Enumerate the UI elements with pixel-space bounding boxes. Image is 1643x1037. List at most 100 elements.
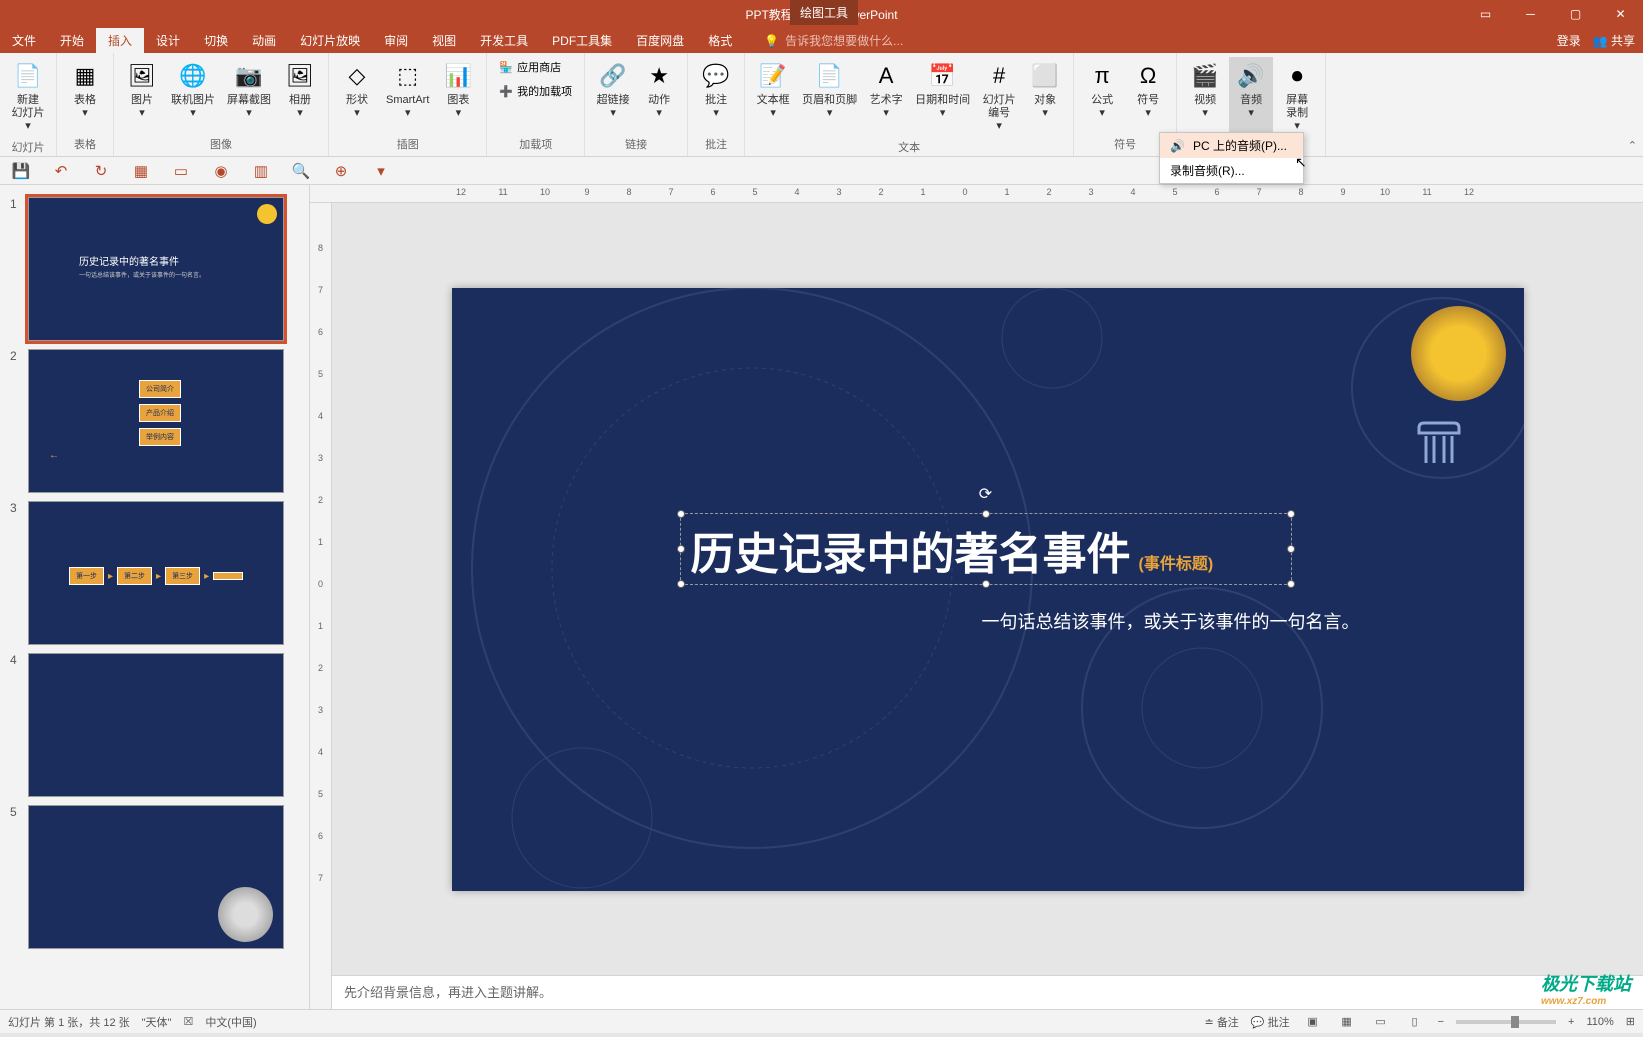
resize-handle[interactable] bbox=[677, 510, 685, 518]
resize-handle[interactable] bbox=[1287, 545, 1295, 553]
slide-subtitle-text[interactable]: 一句话总结该事件，或关于该事件的一句名言。 bbox=[982, 608, 1360, 634]
ribbon-动作-button[interactable]: ★动作▾ bbox=[637, 57, 681, 123]
zoom-in-button[interactable]: + bbox=[1568, 1016, 1574, 1028]
ribbon-SmartArt-button[interactable]: ⬚SmartArt▾ bbox=[381, 57, 434, 123]
ribbon-页眉和页脚-button[interactable]: 📄页眉和页脚▾ bbox=[797, 57, 862, 137]
undo-button[interactable]: ↶ bbox=[50, 160, 72, 182]
qat-btn-9[interactable]: ⊕ bbox=[330, 160, 352, 182]
tab-format[interactable]: 格式 bbox=[696, 28, 744, 53]
ribbon-艺术字-button[interactable]: A艺术字▾ bbox=[864, 57, 908, 137]
ribbon-options-button[interactable]: ▭ bbox=[1463, 0, 1508, 28]
ribbon-group-链接: 🔗超链接▾★动作▾链接 bbox=[585, 53, 688, 156]
mouse-cursor-icon: ↖ bbox=[1295, 154, 1307, 171]
ribbon-表格-button[interactable]: ▦表格▾ bbox=[63, 57, 107, 123]
sorter-view-button[interactable]: ▦ bbox=[1336, 1013, 1358, 1031]
collapse-ribbon-button[interactable]: ⌃ bbox=[1628, 139, 1637, 152]
slide-counter[interactable]: 幻灯片 第 1 张，共 12 张 bbox=[8, 1014, 130, 1030]
tab-review[interactable]: 审阅 bbox=[372, 28, 420, 53]
tell-me-search[interactable]: 💡 告诉我您想要做什么... bbox=[764, 28, 903, 53]
tab-view[interactable]: 视图 bbox=[420, 28, 468, 53]
tab-animations[interactable]: 动画 bbox=[240, 28, 288, 53]
ribbon-视频-button[interactable]: 🎬视频▾ bbox=[1183, 57, 1227, 137]
tab-file[interactable]: 文件 bbox=[0, 28, 48, 53]
save-button[interactable]: 💾 bbox=[10, 160, 32, 182]
qat-btn-5[interactable]: ▭ bbox=[170, 160, 192, 182]
ribbon-图表-button[interactable]: 📊图表▾ bbox=[436, 57, 480, 123]
thumbnail-3[interactable]: 3 第一步 ▸ 第二步 ▸ 第三步 ▸ bbox=[0, 497, 309, 649]
record-audio-item[interactable]: 录制音频(R)... bbox=[1160, 158, 1303, 183]
zoom-level[interactable]: 110% bbox=[1586, 1016, 1613, 1028]
resize-handle[interactable] bbox=[677, 545, 685, 553]
lightbulb-icon: 💡 bbox=[764, 34, 779, 48]
comments-toggle[interactable]: 💬 批注 bbox=[1251, 1014, 1290, 1030]
ribbon-屏幕截图-button[interactable]: 📷屏幕截图▾ bbox=[222, 57, 276, 123]
qat-btn-6[interactable]: ◉ bbox=[210, 160, 232, 182]
tab-baidu[interactable]: 百度网盘 bbox=[624, 28, 696, 53]
ribbon-联机图片-button[interactable]: 🌐联机图片▾ bbox=[166, 57, 220, 123]
qat-btn-10[interactable]: ▾ bbox=[370, 160, 392, 182]
horizontal-ruler[interactable]: 1211109876543210123456789101112 bbox=[310, 185, 1643, 203]
slideshow-view-button[interactable]: ▯ bbox=[1404, 1013, 1426, 1031]
vertical-ruler[interactable]: 8765432101234567 bbox=[310, 203, 332, 1009]
thumbnail-2[interactable]: 2 公司简介 产品介绍 举例内容 ← bbox=[0, 345, 309, 497]
share-button[interactable]: 👥 共享 bbox=[1593, 32, 1635, 49]
spellcheck-icon[interactable]: ☒ bbox=[183, 1015, 193, 1028]
qat-btn-8[interactable]: 🔍 bbox=[290, 160, 312, 182]
zoom-slider[interactable] bbox=[1456, 1020, 1556, 1024]
ribbon-符号-button[interactable]: Ω符号▾ bbox=[1126, 57, 1170, 123]
ribbon-幻灯片编号-button[interactable]: #幻灯片 编号▾ bbox=[977, 57, 1021, 137]
thumbnail-1[interactable]: 1 历史记录中的著名事件 一句话总结该事件，或关于该事件的一句名言。 bbox=[0, 193, 309, 345]
qat-btn-4[interactable]: ▦ bbox=[130, 160, 152, 182]
ribbon-公式-button[interactable]: π公式▾ bbox=[1080, 57, 1124, 123]
thumbnail-5[interactable]: 5 bbox=[0, 801, 309, 953]
reading-view-button[interactable]: ▭ bbox=[1370, 1013, 1392, 1031]
normal-view-button[interactable]: ▣ bbox=[1302, 1013, 1324, 1031]
ribbon-icon: ⬜ bbox=[1029, 60, 1061, 92]
ribbon-屏幕录制-button[interactable]: ⏺屏幕 录制▾ bbox=[1275, 57, 1319, 137]
resize-handle[interactable] bbox=[1287, 510, 1295, 518]
tab-slideshow[interactable]: 幻灯片放映 bbox=[288, 28, 372, 53]
notes-pane[interactable]: 先介绍背景信息，再进入主题讲解。 bbox=[332, 975, 1643, 1009]
tab-developer[interactable]: 开发工具 bbox=[468, 28, 540, 53]
ribbon-新建幻灯片-button[interactable]: 📄新建 幻灯片▾ bbox=[6, 57, 50, 137]
language-indicator[interactable]: 中文(中国) bbox=[205, 1014, 256, 1030]
minimize-button[interactable]: ─ bbox=[1508, 0, 1553, 28]
tab-insert[interactable]: 插入 bbox=[96, 28, 144, 53]
qat-btn-7[interactable]: ▥ bbox=[250, 160, 272, 182]
title-textbox[interactable]: ⟳ 历史记录中的著名事件 (事件标题) bbox=[680, 513, 1292, 585]
ribbon-文本框-button[interactable]: 📝文本框▾ bbox=[751, 57, 795, 137]
resize-handle[interactable] bbox=[1287, 580, 1295, 588]
ribbon-形状-button[interactable]: ◇形状▾ bbox=[335, 57, 379, 123]
tab-home[interactable]: 开始 bbox=[48, 28, 96, 53]
ribbon-批注-button[interactable]: 💬批注▾ bbox=[694, 57, 738, 123]
resize-handle[interactable] bbox=[982, 580, 990, 588]
ribbon-音频-button[interactable]: 🔊音频▾ bbox=[1229, 57, 1273, 137]
notes-toggle[interactable]: ≐ 备注 bbox=[1205, 1014, 1239, 1030]
ribbon-应用商店-button[interactable]: 🏪应用商店 bbox=[493, 57, 578, 77]
ribbon-对象-button[interactable]: ⬜对象▾ bbox=[1023, 57, 1067, 137]
slide-thumbnails-panel[interactable]: 1 历史记录中的著名事件 一句话总结该事件，或关于该事件的一句名言。 2 公司简… bbox=[0, 185, 310, 1009]
login-button[interactable]: 登录 bbox=[1557, 32, 1581, 49]
redo-button[interactable]: ↻ bbox=[90, 160, 112, 182]
rotate-handle-icon[interactable]: ⟳ bbox=[979, 484, 992, 504]
ribbon-日期和时间-button[interactable]: 📅日期和时间▾ bbox=[910, 57, 975, 137]
statusbar: 幻灯片 第 1 张，共 12 张 "天体" ☒ 中文(中国) ≐ 备注 💬 批注… bbox=[0, 1009, 1643, 1033]
fit-to-window-button[interactable]: ⊞ bbox=[1626, 1015, 1635, 1028]
tab-pdftools[interactable]: PDF工具集 bbox=[540, 28, 624, 53]
canvas-wrap[interactable]: ⟳ 历史记录中的著名事件 (事件标题) 一句话总结该事件，或关于该事件的一句名言… bbox=[310, 203, 1643, 975]
tab-design[interactable]: 设计 bbox=[144, 28, 192, 53]
ribbon-我的加载项-button[interactable]: ➕我的加载项 bbox=[493, 81, 578, 101]
ribbon-相册-button[interactable]: 🖼相册▾ bbox=[278, 57, 322, 123]
close-button[interactable]: ✕ bbox=[1598, 0, 1643, 28]
slide-canvas[interactable]: ⟳ 历史记录中的著名事件 (事件标题) 一句话总结该事件，或关于该事件的一句名言… bbox=[452, 288, 1524, 891]
audio-from-pc-item[interactable]: 🔊 PC 上的音频(P)... bbox=[1160, 133, 1303, 158]
ribbon-图片-button[interactable]: 🖼图片▾ bbox=[120, 57, 164, 123]
zoom-out-button[interactable]: − bbox=[1438, 1016, 1444, 1028]
resize-handle[interactable] bbox=[982, 510, 990, 518]
maximize-button[interactable]: ▢ bbox=[1553, 0, 1598, 28]
ribbon-icon: 📄 bbox=[814, 60, 846, 92]
tab-transitions[interactable]: 切换 bbox=[192, 28, 240, 53]
ribbon-超链接-button[interactable]: 🔗超链接▾ bbox=[591, 57, 635, 123]
thumbnail-4[interactable]: 4 bbox=[0, 649, 309, 801]
resize-handle[interactable] bbox=[677, 580, 685, 588]
